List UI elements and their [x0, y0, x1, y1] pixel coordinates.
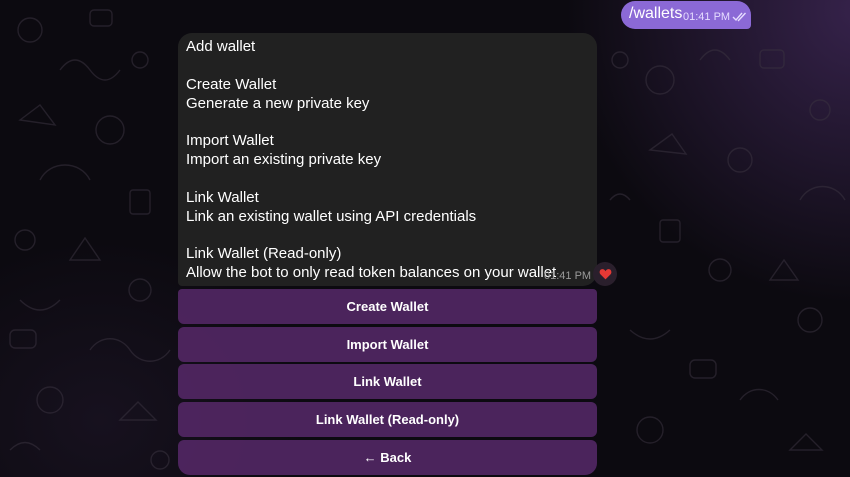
option-link-readonly-title: Link Wallet (Read-only): [186, 245, 342, 262]
outgoing-message-meta: 01:41 PM: [683, 11, 748, 23]
outgoing-message-bubble[interactable]: /wallets 01:41 PM: [621, 1, 751, 29]
outgoing-message-time: 01:41 PM: [683, 11, 731, 23]
import-wallet-button[interactable]: Import Wallet: [178, 327, 597, 362]
option-import-desc: Import an existing private key: [186, 151, 382, 168]
incoming-message-bubble[interactable]: Add wallet Create Wallet Generate a new …: [178, 33, 597, 286]
option-link-readonly-desc: Allow the bot to only read token balance…: [186, 264, 557, 281]
option-create-desc: Generate a new private key: [186, 94, 370, 112]
option-link-title: Link Wallet: [186, 188, 259, 206]
heart-icon: [599, 269, 611, 280]
double-check-icon: [732, 12, 747, 22]
create-wallet-button[interactable]: Create Wallet: [178, 289, 597, 324]
option-create-title: Create Wallet: [186, 75, 277, 93]
incoming-message-time: 01:41 PM: [544, 270, 592, 282]
message-title: Add wallet: [186, 38, 256, 55]
link-wallet-button[interactable]: Link Wallet: [178, 364, 597, 399]
option-import-title: Import Wallet: [186, 132, 274, 149]
reaction-badge[interactable]: [593, 262, 617, 286]
option-link-desc: Link an existing wallet using API creden…: [186, 207, 477, 225]
back-button[interactable]: ← Back: [178, 440, 597, 475]
link-wallet-readonly-button[interactable]: Link Wallet (Read-only): [178, 402, 597, 437]
outgoing-message-text: /wallets: [629, 5, 683, 22]
